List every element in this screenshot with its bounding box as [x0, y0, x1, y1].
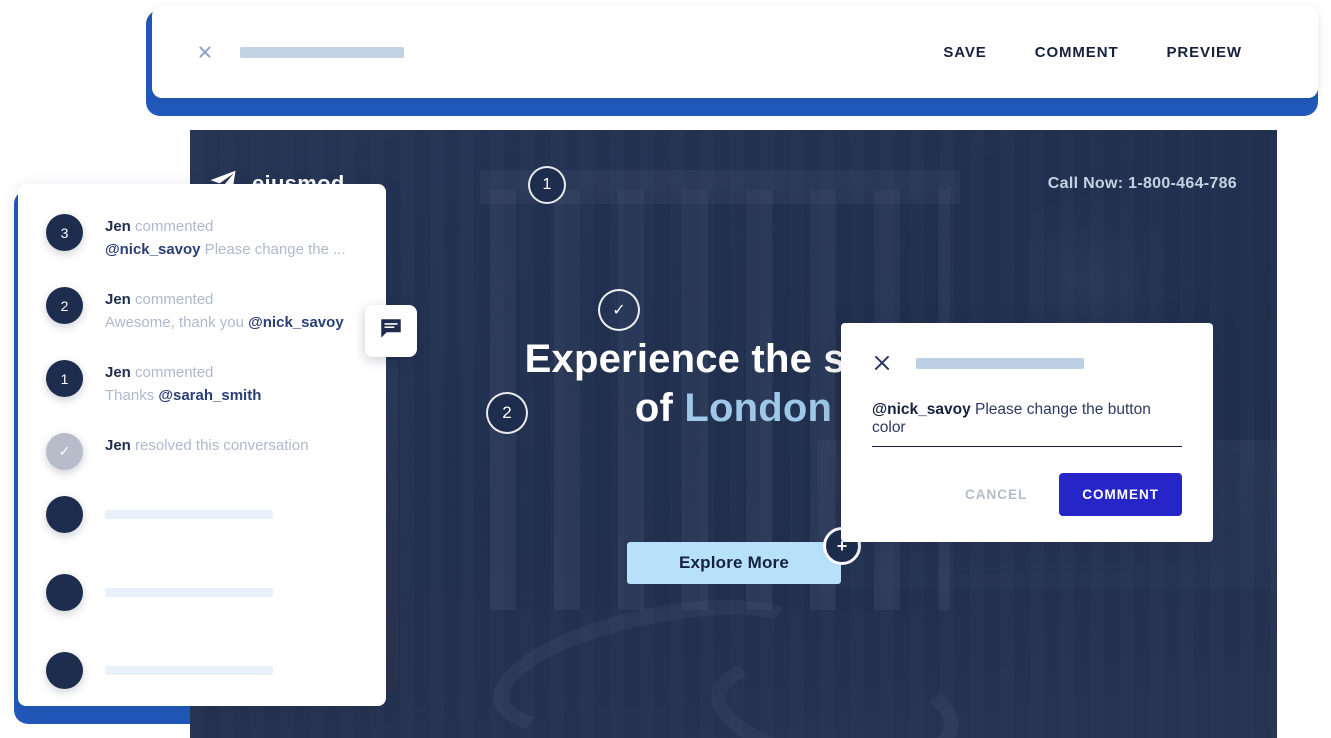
- activity-header: Jen commented: [105, 216, 346, 238]
- activity-user: Jen: [105, 218, 131, 235]
- toolbar-actions: SAVE COMMENT PREVIEW: [919, 34, 1318, 71]
- check-icon: ✓: [612, 302, 626, 319]
- activity-mention[interactable]: @nick_savoy: [248, 314, 344, 331]
- activity-message: Thanks @sarah_smith: [105, 384, 261, 407]
- pin-2-label: 2: [502, 403, 512, 422]
- activity-message: @nick_savoy Please change the ...: [105, 238, 346, 261]
- activity-user: Jen: [105, 291, 131, 308]
- avatar[interactable]: [46, 496, 83, 533]
- comment-popup-title-placeholder: [916, 357, 1084, 369]
- activity-badge[interactable]: 3: [46, 214, 83, 251]
- comment-popup-header: [872, 353, 1182, 373]
- pin-1-label: 1: [542, 176, 552, 193]
- comment-input-mention: @nick_savoy: [872, 401, 971, 418]
- submit-comment-button[interactable]: COMMENT: [1059, 473, 1182, 516]
- comment-popup[interactable]: @nick_savoy Please change the button col…: [841, 323, 1213, 542]
- activity-body: Jen commented Awesome, thank you @nick_s…: [105, 287, 344, 334]
- list-item[interactable]: [46, 574, 362, 611]
- activity-mention[interactable]: @nick_savoy: [105, 241, 201, 258]
- list-item[interactable]: 3 Jen commented @nick_savoy Please chang…: [46, 214, 362, 261]
- activity-body: Jen commented @nick_savoy Please change …: [105, 214, 346, 261]
- activity-action: commented: [135, 218, 214, 235]
- chat-bubble-button[interactable]: [365, 305, 417, 357]
- activity-action: commented: [135, 364, 214, 381]
- toolbar-title-placeholder: [240, 46, 404, 58]
- close-icon[interactable]: [872, 353, 892, 373]
- avatar[interactable]: [46, 652, 83, 689]
- activity-header: Jen resolved this conversation: [105, 435, 308, 457]
- list-item[interactable]: 1 Jen commented Thanks @sarah_smith: [46, 360, 362, 407]
- cancel-button[interactable]: CANCEL: [951, 477, 1041, 512]
- activity-text: Please change the ...: [200, 240, 346, 258]
- activity-action: commented: [135, 291, 214, 308]
- resolved-check-icon[interactable]: ✓: [46, 433, 83, 470]
- list-item[interactable]: [46, 496, 362, 533]
- save-button[interactable]: SAVE: [919, 34, 1010, 71]
- headline-prefix: of: [634, 385, 685, 430]
- chat-bubble-icon: [378, 316, 404, 347]
- toolbar-left: [152, 43, 404, 61]
- activity-mention[interactable]: @sarah_smith: [158, 387, 261, 404]
- placeholder-bar: [105, 510, 273, 519]
- activity-badge[interactable]: 1: [46, 360, 83, 397]
- list-item[interactable]: ✓ Jen resolved this conversation: [46, 433, 362, 470]
- activity-body: Jen resolved this conversation: [105, 433, 308, 457]
- activity-user: Jen: [105, 437, 131, 454]
- placeholder-bar: [105, 588, 273, 597]
- headline-accent: London: [684, 385, 833, 430]
- pin-2[interactable]: 2: [486, 392, 528, 434]
- preview-button[interactable]: PREVIEW: [1143, 34, 1266, 71]
- activity-body: Jen commented Thanks @sarah_smith: [105, 360, 261, 407]
- activity-panel[interactable]: 3 Jen commented @nick_savoy Please chang…: [18, 184, 386, 706]
- comment-popup-actions: CANCEL COMMENT: [872, 473, 1182, 516]
- list-item[interactable]: [46, 652, 362, 689]
- placeholder-bar: [105, 666, 273, 675]
- activity-user: Jen: [105, 364, 131, 381]
- activity-action: resolved this conversation: [135, 437, 309, 454]
- list-item[interactable]: 2 Jen commented Awesome, thank you @nick…: [46, 287, 362, 334]
- activity-badge[interactable]: 2: [46, 287, 83, 324]
- explore-more-button[interactable]: Explore More: [627, 542, 841, 584]
- avatar[interactable]: [46, 574, 83, 611]
- app-screenshot: eiusmod Call Now: 1-800-464-786 1 ✓ 2 +: [0, 0, 1331, 738]
- activity-text: Thanks: [105, 386, 159, 404]
- activity-message: Awesome, thank you @nick_savoy: [105, 311, 344, 334]
- editor-toolbar: SAVE COMMENT PREVIEW: [152, 6, 1318, 98]
- pin-1[interactable]: 1: [528, 166, 566, 204]
- comment-input[interactable]: @nick_savoy Please change the button col…: [872, 401, 1182, 447]
- close-icon[interactable]: [196, 43, 214, 61]
- pin-resolved[interactable]: ✓: [598, 289, 640, 331]
- phone-number: Call Now: 1-800-464-786: [1047, 175, 1237, 192]
- activity-header: Jen commented: [105, 362, 261, 384]
- activity-header: Jen commented: [105, 289, 344, 311]
- comment-button[interactable]: COMMENT: [1011, 34, 1143, 71]
- activity-text: Awesome, thank you: [105, 313, 249, 331]
